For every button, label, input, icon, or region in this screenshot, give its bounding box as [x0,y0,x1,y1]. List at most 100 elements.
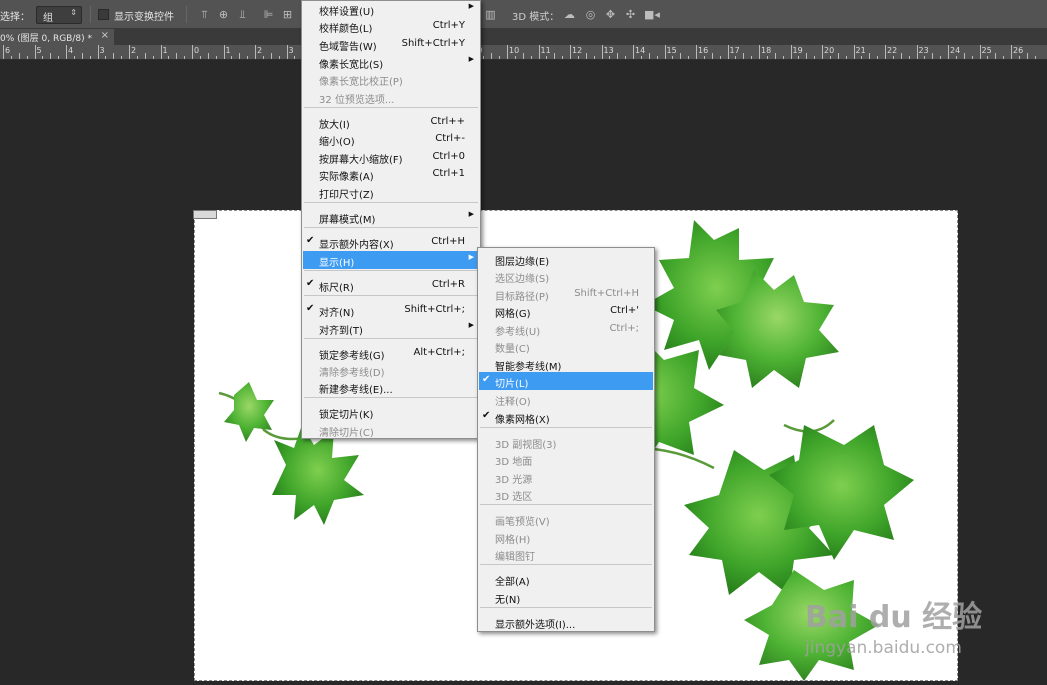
view_menu-item[interactable]: ✔ 对齐(N) Shift+Ctrl+; [303,301,479,319]
show_submenu-item: 3D 地面 [479,450,653,468]
ruler-tick [601,45,603,59]
view_menu-item[interactable]: 按屏幕大小缩放(F) Ctrl+0 [303,148,479,166]
show_submenu-item-label: 网格(G) [495,309,531,320]
ruler-label: 21 [855,46,866,55]
ruler-minor-tick [144,53,146,59]
ruler-minor-tick [121,56,123,59]
menu-separator [304,107,478,108]
show_submenu-item: 3D 光源 [479,468,653,486]
ruler-minor-tick [680,53,682,59]
3d-roll-icon[interactable]: ◎ [584,8,597,21]
view_menu-item[interactable]: 实际像素(A) Ctrl+1 [303,165,479,183]
show_submenu-item[interactable]: 网格(G) Ctrl+' [479,302,653,320]
show_submenu-item[interactable]: 全部(A) [479,570,653,588]
menu-separator [304,270,478,271]
ruler-minor-tick [940,56,942,59]
menu-separator [480,564,652,565]
ruler-minor-tick [26,56,28,59]
view_menu-item[interactable]: 锁定切片(K) [303,403,479,421]
view_menu-item[interactable]: 缩小(O) Ctrl+- [303,130,479,148]
ruler-label: 24 [950,46,961,55]
view_menu-item[interactable]: 校样颜色(L) Ctrl+Y [303,17,479,35]
show_submenu-item-label: 显示额外选项(I)... [495,620,576,631]
show_submenu-item: 画笔预览(V) [479,510,653,528]
view_menu-item[interactable]: 新建参考线(E)... [303,378,479,396]
ruler-minor-tick [1034,56,1036,59]
close-icon[interactable]: × [101,30,109,41]
ruler-label: 1 [162,46,168,55]
view_menu-item-label: 标尺(R) [319,283,354,294]
menu-separator [304,227,478,228]
ruler-minor-tick [995,53,997,59]
checkmark-icon: ✔ [306,278,315,289]
view_menu-item[interactable]: 锁定参考线(G) Alt+Ctrl+; [303,344,479,362]
show_submenu-item[interactable]: 图层边缘(E) [479,250,653,268]
view_menu-item[interactable]: 显示(H) ▶ [303,251,479,269]
view_menu-item-label: 校样设置(U) [319,7,375,18]
ruler-minor-tick [554,53,556,59]
view_menu-item[interactable]: ✔ 显示额外内容(X) Ctrl+H [303,233,479,251]
3d-scale-icon[interactable]: ■◂ [644,8,660,21]
view_menu-item-label: 实际像素(A) [319,172,374,183]
view_menu-item[interactable]: ✔ 标尺(R) Ctrl+R [303,276,479,294]
3d-rotate-icon[interactable]: ☁ [563,8,576,21]
view-menu: 校样设置(U) ▶ 校样颜色(L) Ctrl+Y 色域警告(W) Shift+Ctrl+Y… [301,0,481,439]
ruler-minor-tick [829,56,831,59]
show_submenu-item: 目标路径(P) Shift+Ctrl+H [479,285,653,303]
document-tab[interactable]: 0% (图层 0, RGB/8) * × [0,29,114,45]
document-tab-bar: 0% (图层 0, RGB/8) * × [0,29,1047,45]
align-bottom-icon[interactable]: ⫫ [236,8,249,21]
view_menu-item-label: 按屏幕大小缩放(F) [319,155,403,166]
view_menu-item-label: 显示(H) [319,258,355,269]
view_menu-item[interactable]: 放大(I) Ctrl++ [303,113,479,131]
ruler-minor-tick [105,56,107,59]
show-transform-checkbox[interactable] [98,9,109,20]
ruler-minor-tick [1003,56,1005,59]
3d-slide-icon[interactable]: ✣ [624,8,637,21]
menu-separator [480,427,652,428]
align-left-icon[interactable]: ⊫ [262,8,275,21]
view_menu-item[interactable]: 屏幕模式(M) ▶ [303,208,479,226]
baidu-url-text: jingyan.baidu.com [805,638,962,658]
align-top-icon[interactable]: ⫪ [198,8,211,21]
align-hcenter-icon[interactable]: ⊞ [281,8,294,21]
show_submenu-item[interactable]: 显示额外选项(I)... [479,613,653,631]
ruler-tick [129,45,130,59]
show_submenu-item-label: 图层边缘(E) [495,257,550,268]
horizontal-ruler[interactable]: 6543210123456789101112131415161718192021… [0,45,1047,60]
show_submenu-item-label: 切片(L) [495,379,529,390]
ruler-label: 3 [288,46,294,55]
ruler-minor-tick [837,53,839,59]
view_menu-item: 清除切片(C) [303,421,479,439]
ruler-tick [633,45,634,59]
ruler-minor-tick [640,56,642,59]
auto-select-dropdown[interactable]: 组 ⇕ [36,6,82,24]
view_menu-item[interactable]: 校样设置(U) ▶ [303,0,479,18]
ruler-tick [66,45,67,59]
view_menu-item[interactable]: 打印尺寸(Z) [303,183,479,201]
show_submenu-item[interactable]: ✔ 像素网格(X) [479,408,653,426]
3d-pan-icon[interactable]: ✥ [604,8,617,21]
ruler-tick [759,45,760,59]
ruler-minor-tick [703,56,705,59]
show_submenu-item[interactable]: 智能参考线(M) [479,355,653,373]
ruler-tick [916,45,918,59]
distribute-icon[interactable]: ▥ [484,8,497,21]
submenu-arrow-icon: ▶ [468,253,474,261]
show_submenu-item: 注释(O) [479,390,653,408]
align-vcenter-icon[interactable]: ⊕ [217,8,230,21]
view_menu-item-shortcut: Ctrl+Y [432,20,465,31]
view_menu-item[interactable]: 色域警告(W) Shift+Ctrl+Y [303,35,479,53]
view_menu-item[interactable]: 像素长宽比(S) ▶ [303,53,479,71]
ruler-minor-tick [766,56,768,59]
view_menu-item[interactable]: 对齐到(T) ▶ [303,319,479,337]
ruler-minor-tick [522,53,524,59]
show_submenu-item[interactable]: 无(N) [479,588,653,606]
view_menu-item-shortcut: Alt+Ctrl+; [413,347,465,358]
ruler-tick [570,45,571,59]
ruler-label: 2 [131,46,137,55]
view_menu-item-label: 校样颜色(L) [319,24,373,35]
show_submenu-item[interactable]: ✔ 切片(L) [479,372,653,390]
checkmark-icon: ✔ [306,235,315,246]
ruler-minor-tick [278,56,280,59]
